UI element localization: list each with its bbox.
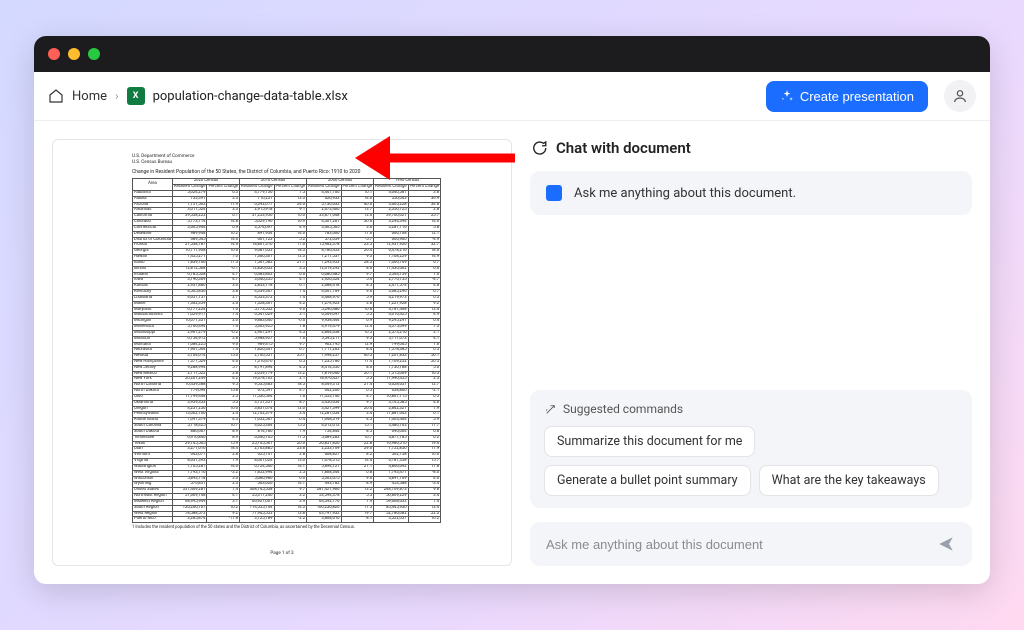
population-table: Area2020 Census2010 Census2000 Census199…	[132, 178, 441, 523]
doc-bureau-line: U.S. Census Bureau	[132, 160, 432, 165]
suggested-commands-title: Suggested commands	[544, 402, 958, 416]
window-titlebar	[34, 36, 990, 72]
suggested-command-chip[interactable]: Summarize this document for me	[544, 426, 755, 457]
table-sub-header: Resident Change	[374, 185, 408, 191]
sparkle-icon	[780, 89, 794, 103]
create-presentation-button[interactable]: Create presentation	[766, 81, 928, 112]
excel-file-icon: X	[127, 87, 145, 105]
suggested-command-chip[interactable]: What are the key takeaways	[759, 465, 939, 496]
table-sub-header: Resident Change	[240, 185, 274, 191]
table-row: Puerto Rico3,285,874-11.83,725,789-2.23,…	[133, 517, 441, 523]
document-page: U.S. Department of Commerce U.S. Census …	[122, 146, 442, 566]
doc-dept-line: U.S. Department of Commerce	[132, 154, 432, 159]
app-window: Home › X population-change-data-table.xl…	[34, 36, 990, 584]
chat-input-container	[530, 522, 972, 566]
assistant-avatar-icon	[546, 185, 562, 201]
wand-icon	[544, 403, 557, 416]
area-header: Area	[133, 179, 173, 191]
home-icon	[48, 88, 64, 104]
table-sub-header: Percent Change	[408, 185, 441, 191]
chat-header: Chat with document	[530, 139, 972, 157]
chat-header-label: Chat with document	[556, 139, 691, 157]
chat-panel: Chat with document Ask me anything about…	[530, 139, 972, 566]
window-minimize-icon[interactable]	[68, 48, 80, 60]
window-close-icon[interactable]	[48, 48, 60, 60]
suggested-command-chip[interactable]: Generate a bullet point summary	[544, 465, 751, 496]
chat-input[interactable]	[544, 536, 934, 553]
chat-intro-text: Ask me anything about this document.	[574, 186, 796, 201]
chat-icon	[530, 139, 548, 157]
doc-footnote: 1 Includes the resident population of th…	[132, 526, 432, 531]
user-avatar-button[interactable]	[944, 80, 976, 112]
breadcrumb-home[interactable]: Home	[72, 89, 107, 104]
doc-title: Change in Resident Population of the 50 …	[132, 170, 432, 176]
create-presentation-label: Create presentation	[800, 89, 914, 104]
send-button[interactable]	[934, 532, 958, 556]
table-sub-header: Resident Change	[172, 185, 206, 191]
doc-pagenum: Page 1 of 3	[132, 551, 432, 556]
breadcrumb-filename: population-change-data-table.xlsx	[153, 89, 348, 104]
toolbar: Home › X population-change-data-table.xl…	[34, 72, 990, 121]
send-icon	[937, 535, 955, 553]
table-sub-header: Percent Change	[207, 185, 240, 191]
table-sub-header: Percent Change	[341, 185, 374, 191]
suggested-commands-box: Suggested commands Summarize this docume…	[530, 390, 972, 508]
table-sub-header: Percent Change	[274, 185, 307, 191]
user-icon	[952, 88, 968, 104]
document-preview-panel[interactable]: U.S. Department of Commerce U.S. Census …	[52, 139, 512, 566]
chat-intro-card: Ask me anything about this document.	[530, 171, 972, 215]
breadcrumb-separator: ›	[115, 89, 119, 103]
window-maximize-icon[interactable]	[88, 48, 100, 60]
main-content: U.S. Department of Commerce U.S. Census …	[34, 121, 990, 584]
table-sub-header: Resident Change	[307, 185, 341, 191]
